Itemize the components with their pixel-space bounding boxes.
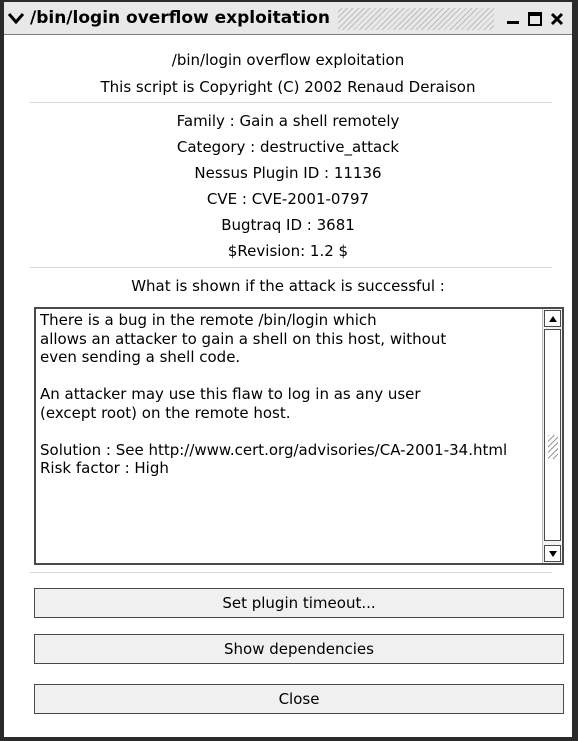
- maximize-icon[interactable]: [525, 9, 545, 29]
- title-bar[interactable]: /bin/login overflow exploitation: [4, 0, 572, 35]
- set-plugin-timeout-button[interactable]: Set plugin timeout...: [34, 588, 564, 618]
- copyright-text: This script is Copyright (C) 2002 Renaud…: [100, 78, 476, 96]
- window-menu-chevron-icon[interactable]: [6, 8, 26, 28]
- plugin-name: /bin/login overflow exploitation: [171, 51, 405, 69]
- family-text: Family : Gain a shell remotely: [176, 112, 400, 130]
- window-title: /bin/login overflow exploitation: [30, 6, 338, 30]
- scroll-up-arrow-icon[interactable]: [544, 310, 561, 327]
- description-label: What is shown if the attack is successfu…: [131, 277, 445, 295]
- separator: [30, 102, 552, 103]
- category-text: Category : destructive_attack: [176, 138, 400, 156]
- plugin-info-window: /bin/login overflow exploitation /bin/lo…: [0, 0, 578, 741]
- bugtraq-text: Bugtraq ID : 3681: [221, 216, 355, 234]
- separator: [30, 572, 552, 573]
- minimize-icon[interactable]: [503, 9, 523, 29]
- separator: [30, 267, 552, 268]
- scroll-grip-icon: [548, 435, 558, 459]
- revision-text: $Revision: 1.2 $: [227, 242, 349, 260]
- cve-text: CVE : CVE-2001-0797: [206, 190, 370, 208]
- close-icon[interactable]: [547, 9, 567, 29]
- scroll-down-arrow-icon[interactable]: [544, 545, 561, 562]
- vertical-scrollbar[interactable]: [542, 309, 562, 563]
- window-content: /bin/login overflow exploitation This sc…: [4, 36, 572, 737]
- close-button[interactable]: Close: [34, 684, 564, 714]
- description-text[interactable]: There is a bug in the remote /bin/login …: [40, 311, 538, 561]
- show-dependencies-button[interactable]: Show dependencies: [34, 634, 564, 664]
- scroll-thumb[interactable]: [544, 329, 561, 541]
- description-textarea[interactable]: There is a bug in the remote /bin/login …: [34, 307, 564, 565]
- plugin-id-text: Nessus Plugin ID : 11136: [194, 164, 382, 182]
